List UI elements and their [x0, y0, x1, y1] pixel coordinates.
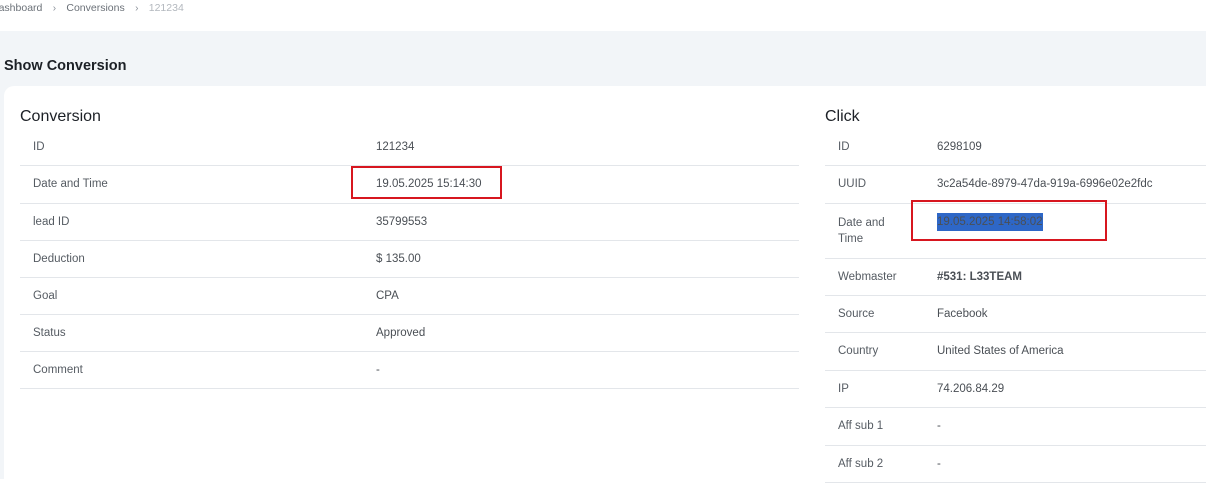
table-row: Country United States of America: [825, 333, 1206, 371]
table-row: Aff sub 2 -: [825, 446, 1206, 483]
row-label: Aff sub 1: [838, 420, 884, 432]
row-label: Deduction: [33, 253, 85, 265]
row-value: CPA: [376, 290, 399, 302]
breadcrumb-current: 121234: [148, 2, 184, 14]
row-label: Date and Time: [838, 217, 885, 245]
row-value: 121234: [376, 141, 415, 153]
table-row: IP 74.206.84.29: [825, 371, 1206, 408]
table-row: Goal CPA: [20, 278, 799, 315]
table-row: Comment -: [20, 352, 799, 389]
conversion-table: ID 121234 Date and Time 19.05.2025 15:14…: [20, 129, 799, 389]
row-label: IP: [838, 383, 849, 395]
row-label: Date and Time: [33, 178, 108, 190]
row-label: Goal: [33, 290, 58, 302]
chevron-right-icon: ›: [135, 2, 139, 14]
table-row: Date and Time 19.05.2025 14:58:02: [825, 204, 1206, 259]
row-value: 6298109: [937, 141, 982, 153]
row-value: Approved: [376, 327, 426, 339]
row-label: UUID: [838, 178, 867, 190]
row-value: United States of America: [937, 345, 1064, 357]
chevron-right-icon: ›: [52, 2, 57, 14]
row-value: 19.05.2025 15:14:30: [376, 178, 482, 190]
row-label: ID: [838, 141, 850, 153]
row-label: Country: [838, 345, 879, 357]
row-value: 3c2a54de-8979-47da-919a-6996e02e2fdc: [937, 178, 1153, 190]
conversion-section-title: Conversion: [20, 108, 101, 125]
table-row: ID 6298109: [825, 129, 1206, 166]
table-row: UUID 3c2a54de-8979-47da-919a-6996e02e2fd…: [825, 166, 1206, 204]
row-label: Aff sub 2: [838, 458, 884, 470]
row-label: lead ID: [33, 216, 70, 228]
breadcrumb: Dashboard › Conversions › 121234: [0, 1, 184, 15]
row-label: Source: [838, 308, 875, 320]
details-card: Conversion ID 121234 Date and Time 19.05…: [4, 86, 1206, 486]
row-value: -: [937, 458, 941, 470]
row-value: -: [376, 364, 380, 376]
row-value: 74.206.84.29: [937, 383, 1005, 395]
table-row: Aff sub 1 -: [825, 408, 1206, 446]
row-label: Status: [33, 327, 66, 339]
row-label: Comment: [33, 364, 83, 376]
click-table: ID 6298109 UUID 3c2a54de-8979-47da-919a-…: [825, 129, 1206, 483]
table-row: Source Facebook: [825, 296, 1206, 333]
table-row: Deduction $ 135.00: [20, 241, 799, 278]
table-row: Webmaster #531: L33TEAM: [825, 259, 1206, 296]
breadcrumb-conversions-link[interactable]: Conversions: [66, 2, 124, 14]
row-value: -: [937, 420, 941, 432]
row-value-selected[interactable]: 19.05.2025 14:58:02: [937, 213, 1043, 231]
table-row: Date and Time 19.05.2025 15:14:30: [20, 166, 799, 204]
page-title: Show Conversion: [4, 58, 127, 74]
row-value: Facebook: [937, 308, 988, 320]
table-row: lead ID 35799553: [20, 204, 799, 241]
row-value: 35799553: [376, 216, 428, 228]
webmaster-link[interactable]: #531: L33TEAM: [937, 259, 1022, 295]
table-row: Status Approved: [20, 315, 799, 352]
table-row: ID 121234: [20, 129, 799, 166]
breadcrumb-dashboard-link[interactable]: Dashboard: [0, 2, 42, 14]
row-label: Webmaster: [838, 271, 897, 283]
row-label: ID: [33, 141, 45, 153]
row-value: $ 135.00: [376, 253, 421, 265]
click-section-title: Click: [825, 108, 860, 125]
